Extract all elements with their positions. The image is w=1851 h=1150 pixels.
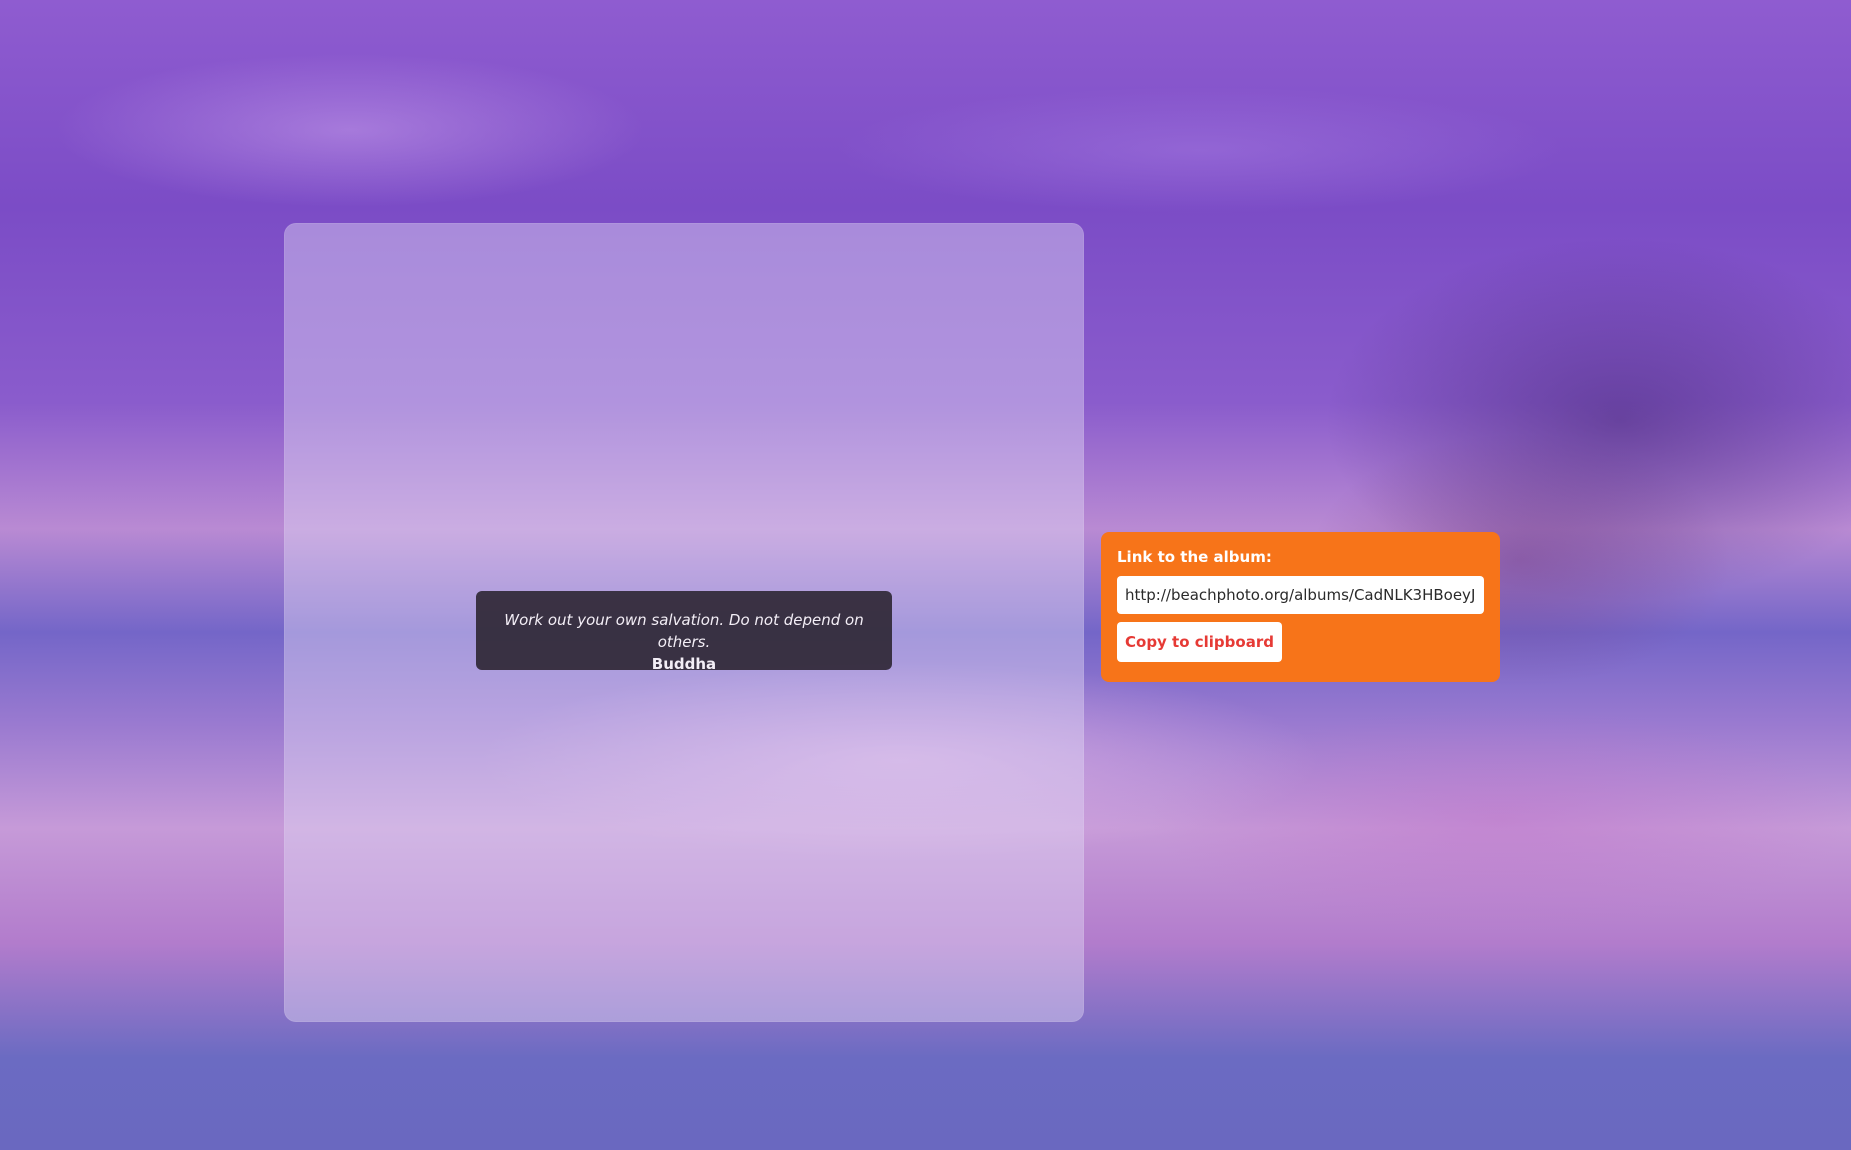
share-panel: Link to the album: Copy to clipboard — [1101, 532, 1500, 682]
copy-to-clipboard-button[interactable]: Copy to clipboard — [1117, 622, 1282, 662]
album-link-input[interactable] — [1117, 576, 1484, 614]
quote-author: Buddha — [651, 655, 717, 673]
page-background: Work out your own salvation. Do not depe… — [0, 0, 1851, 1150]
quote-text: Work out your own salvation. Do not depe… — [504, 611, 864, 651]
quote-box: Work out your own salvation. Do not depe… — [476, 591, 892, 673]
album-link-label: Link to the album: — [1117, 548, 1272, 566]
